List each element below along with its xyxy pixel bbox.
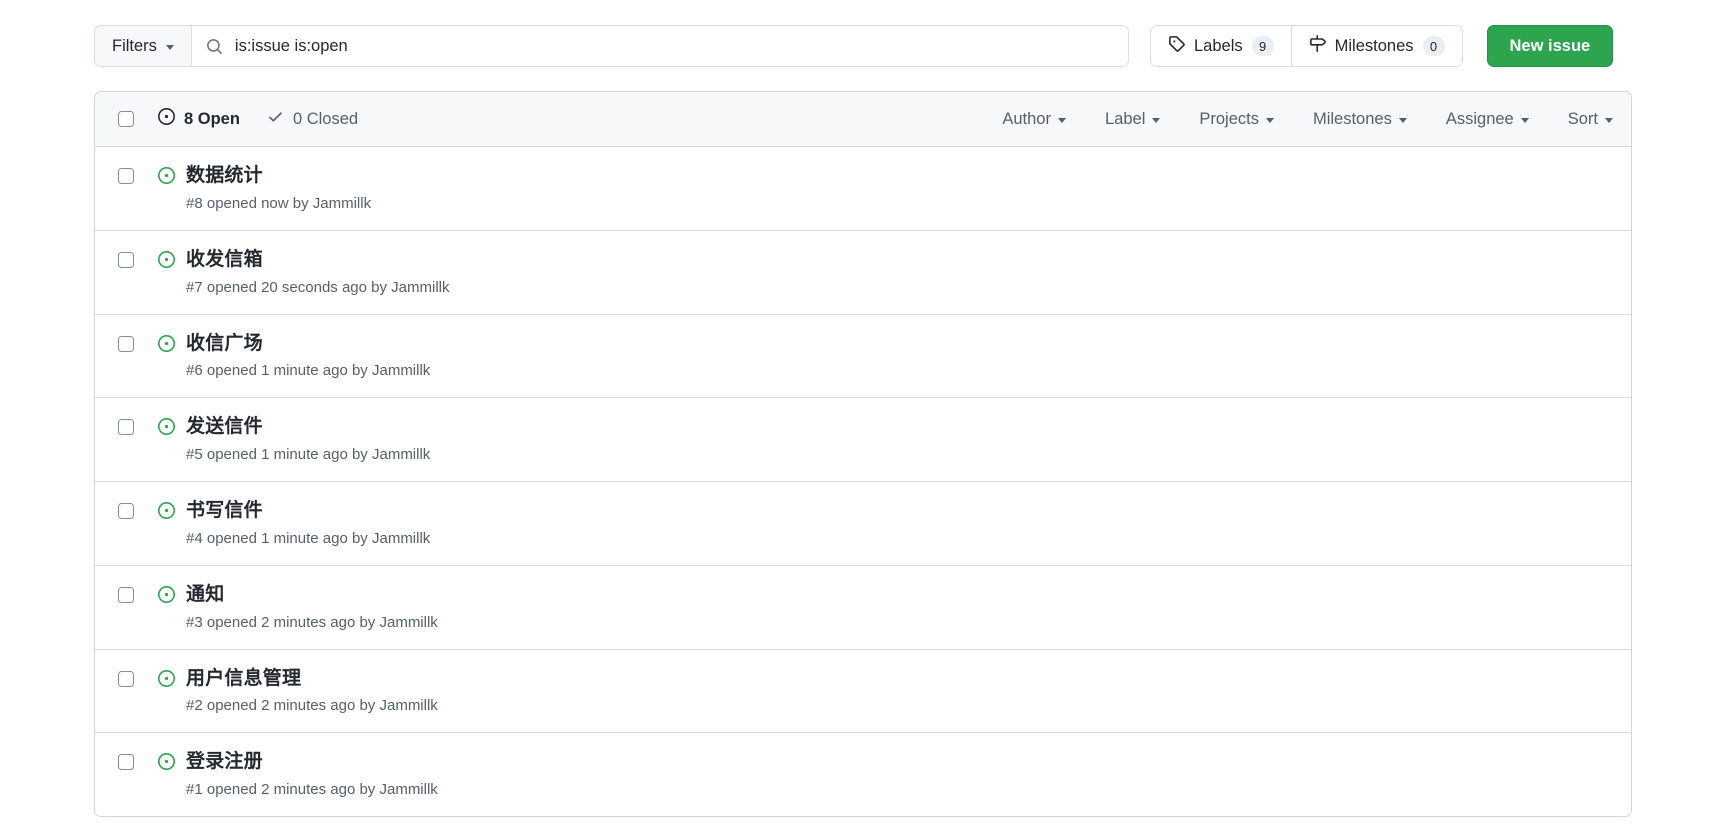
- issue-opened-icon: [158, 418, 175, 436]
- issue-select-checkbox[interactable]: [118, 586, 134, 603]
- issue-list-header: 8 Open 0 Closed Author Label Projects Mi…: [95, 92, 1631, 147]
- issue-row[interactable]: 通知 #3 opened 2 minutes ago by Jammillk: [95, 565, 1631, 650]
- issue-metadata: #1 opened 2 minutes ago by Jammillk: [186, 781, 438, 798]
- projects-filter[interactable]: Projects: [1199, 110, 1274, 129]
- open-count-label: 8 Open: [184, 109, 240, 128]
- issue-rows: 数据统计 #8 opened now by Jammillk 收发信箱 #7 open…: [95, 147, 1631, 816]
- author-filter-label: Author: [1002, 109, 1051, 128]
- milestones-filter-label: Milestones: [1312, 109, 1392, 128]
- issue-row[interactable]: 数据统计 #8 opened now by Jammillk: [95, 147, 1631, 231]
- issue-select-checkbox[interactable]: [118, 503, 134, 519]
- closed-count-tab[interactable]: 0 Closed: [267, 108, 358, 130]
- state-counters: 8 Open 0 Closed: [158, 108, 358, 130]
- issue-row-content: 登录注册 #1 opened 2 minutes ago by Jammillk: [186, 750, 438, 799]
- issue-metadata: #7 opened 20 seconds ago by Jammillk: [186, 278, 450, 296]
- milestones-filter[interactable]: Milestones: [1313, 110, 1407, 129]
- issue-opened-icon: [158, 753, 175, 771]
- issue-row-content: 发送信件 #5 opened 1 minute ago by Jammillk: [186, 415, 430, 464]
- issue-row[interactable]: 收信广场 #6 opened 1 minute ago by Jammillk: [95, 314, 1631, 399]
- open-count-tab[interactable]: 8 Open: [158, 108, 240, 130]
- issue-row-content: 通知 #3 opened 2 minutes ago by Jammillk: [186, 583, 438, 632]
- assignee-filter[interactable]: Assignee: [1446, 110, 1529, 129]
- filters-button[interactable]: Filters: [95, 26, 192, 66]
- chevron-down-icon: [1057, 117, 1066, 123]
- issue-metadata: #2 opened 2 minutes ago by Jammillk: [186, 697, 438, 715]
- issue-opened-icon: [158, 334, 175, 352]
- label-filter-label: Label: [1104, 109, 1146, 128]
- issue-opened-icon: [158, 108, 175, 130]
- issue-row[interactable]: 收发信箱 #7 opened 20 seconds ago by Jammillk: [95, 230, 1631, 315]
- issue-opened-icon: [158, 502, 175, 519]
- labels-milestones-group: Labels 9 Milestones 0: [1150, 25, 1463, 67]
- chevron-down-icon: [165, 44, 174, 50]
- select-all-checkbox[interactable]: [118, 111, 134, 127]
- issue-title-link[interactable]: 收发信箱: [186, 248, 450, 272]
- issue-opened-icon: [158, 167, 175, 184]
- issue-metadata: #3 opened 2 minutes ago by Jammillk: [186, 613, 438, 631]
- issue-row-content: 收发信箱 #7 opened 20 seconds ago by Jammillk: [186, 248, 450, 297]
- issue-opened-icon: [158, 585, 175, 603]
- labels-count-badge: 9: [1251, 36, 1274, 56]
- issue-list-container: 8 Open 0 Closed Author Label Projects Mi…: [94, 91, 1632, 817]
- issue-select-checkbox[interactable]: [118, 335, 134, 352]
- issue-row[interactable]: 登录注册 #1 opened 2 minutes ago by Jammillk: [95, 733, 1631, 816]
- check-icon: [267, 108, 284, 130]
- issue-row-content: 收信广场 #6 opened 1 minute ago by Jammillk: [186, 332, 430, 381]
- filters-button-label: Filters: [112, 36, 157, 55]
- chevron-down-icon: [1520, 117, 1529, 123]
- issue-metadata: #8 opened now by Jammillk: [186, 194, 372, 212]
- issue-select-checkbox[interactable]: [118, 670, 134, 687]
- search-input[interactable]: [234, 36, 1114, 56]
- labels-button[interactable]: Labels 9: [1151, 26, 1291, 66]
- issue-title-link[interactable]: 收信广场: [186, 332, 430, 356]
- new-issue-button[interactable]: New issue: [1486, 25, 1614, 67]
- tag-icon: [1168, 35, 1185, 57]
- search-field[interactable]: [191, 26, 1128, 66]
- issue-row-content: 数据统计 #8 opened now by Jammillk: [186, 164, 371, 213]
- issue-title-link[interactable]: 发送信件: [186, 415, 430, 439]
- chevron-down-icon: [1152, 117, 1161, 123]
- issue-row-content: 书写信件 #4 opened 1 minute ago by Jammillk: [186, 499, 430, 548]
- new-issue-button-label: New issue: [1509, 36, 1591, 55]
- milestones-button-label: Milestones: [1334, 36, 1414, 55]
- chevron-down-icon: [1605, 117, 1613, 123]
- issue-title-link[interactable]: 数据统计: [186, 164, 371, 188]
- issue-select-checkbox[interactable]: [118, 251, 134, 268]
- issue-row[interactable]: 书写信件 #4 opened 1 minute ago by Jammillk: [95, 482, 1631, 566]
- search-icon: [206, 38, 223, 55]
- issues-toolbar: Filters Labels: [94, 25, 1632, 67]
- issue-row-content: 用户信息管理 #2 opened 2 minutes ago by Jammill…: [186, 667, 438, 716]
- assignee-filter-label: Assignee: [1445, 109, 1514, 128]
- author-filter[interactable]: Author: [1002, 110, 1066, 129]
- filter-search-group: Filters: [94, 25, 1129, 67]
- projects-filter-label: Projects: [1199, 109, 1259, 128]
- labels-button-label: Labels: [1194, 36, 1243, 55]
- issue-title-link[interactable]: 通知: [186, 583, 438, 607]
- label-filter[interactable]: Label: [1104, 109, 1161, 129]
- milestones-count-badge: 0: [1422, 36, 1445, 56]
- issue-metadata: #4 opened 1 minute ago by Jammillk: [186, 529, 431, 547]
- issue-select-checkbox[interactable]: [118, 168, 134, 184]
- issue-row[interactable]: 发送信件 #5 opened 1 minute ago by Jammillk: [95, 398, 1631, 482]
- issue-opened-icon: [158, 669, 175, 687]
- issue-metadata: #6 opened 1 minute ago by Jammillk: [186, 362, 431, 380]
- closed-count-label: 0 Closed: [292, 109, 359, 128]
- issue-title-link[interactable]: 书写信件: [186, 499, 430, 523]
- issue-title-link[interactable]: 登录注册: [186, 750, 438, 774]
- chevron-down-icon: [1398, 117, 1407, 123]
- issue-title-link[interactable]: 用户信息管理: [186, 667, 438, 691]
- issue-opened-icon: [158, 250, 175, 268]
- milestone-icon: [1309, 35, 1326, 57]
- issue-select-checkbox[interactable]: [118, 419, 134, 436]
- chevron-down-icon: [1265, 117, 1274, 123]
- issue-row[interactable]: 用户信息管理 #2 opened 2 minutes ago by Jammill…: [95, 649, 1631, 734]
- sort-filter[interactable]: Sort: [1568, 110, 1613, 129]
- issues-page: Filters Labels: [0, 0, 1710, 824]
- milestones-button[interactable]: Milestones 0: [1290, 26, 1462, 66]
- issue-select-checkbox[interactable]: [118, 754, 134, 771]
- issue-metadata: #5 opened 1 minute ago by Jammillk: [186, 446, 431, 463]
- sort-filter-label: Sort: [1567, 109, 1598, 128]
- header-filter-group: Author Label Projects Milestones Assigne…: [1002, 110, 1613, 129]
